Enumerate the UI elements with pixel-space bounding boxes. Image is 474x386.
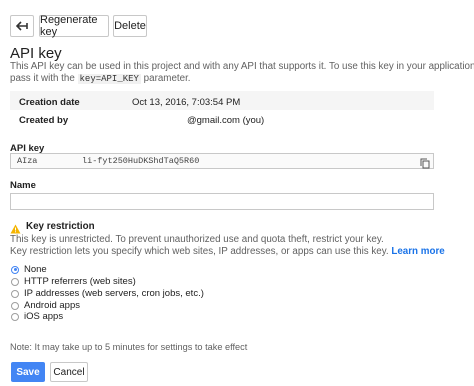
option-label: Android apps [24,300,80,311]
radio-icon[interactable] [11,289,19,298]
restriction-option-ip-addresses[interactable]: IP addresses (web servers, cron jobs, et… [11,288,204,299]
page-title: API key [10,45,62,62]
name-input[interactable] [10,193,434,210]
option-label: HTTP referrers (web sites) [24,276,136,287]
description-line1: This API key can be used in this project… [10,61,474,72]
description-line2: pass it with the key=API_KEY parameter. [10,73,191,85]
option-label: None [24,264,47,275]
copy-icon[interactable] [420,156,430,174]
created-by-value: @gmail.com (you) [187,115,265,126]
restriction-option-http-referrers[interactable]: HTTP referrers (web sites) [11,276,136,287]
learn-more-link[interactable]: Learn more [391,246,444,257]
save-button[interactable]: Save [11,362,45,382]
creation-date-value: Oct 13, 2016, 7:03:54 PM [132,97,241,108]
delete-button[interactable]: Delete [113,15,147,37]
option-label: IP addresses (web servers, cron jobs, et… [24,288,204,299]
radio-icon[interactable] [11,301,19,310]
settings-note: Note: It may take up to 5 minutes for se… [10,342,248,352]
radio-icon[interactable] [11,312,19,321]
api-key-suffix: li-fyt250HuDKShdTaQ5R60 [82,156,200,166]
restriction-line1: This key is unrestricted. To prevent una… [10,234,384,245]
regenerate-key-button[interactable]: Regenerate key [39,14,109,38]
key-info-table: Creation date Oct 13, 2016, 7:03:54 PM C… [10,91,434,129]
back-button[interactable] [10,15,34,37]
restriction-option-ios-apps[interactable]: iOS apps [11,311,63,322]
description-post: parameter. [140,73,191,84]
option-label: iOS apps [24,311,64,322]
cancel-button[interactable]: Cancel [50,362,88,382]
restriction-option-none[interactable]: None [11,264,47,275]
api-key-field[interactable]: AIza li-fyt250HuDKShdTaQ5R60 [10,153,434,169]
created-by-label: Created by [19,115,69,126]
restriction-line2: Key restriction lets you specify which w… [10,246,445,258]
restriction-line2-text: Key restriction lets you specify which w… [10,246,389,257]
description-pre: pass it with the [10,73,78,84]
name-label: Name [10,180,36,191]
key-param-code: key=API_KEY [77,74,141,84]
creation-date-label: Creation date [19,97,80,108]
radio-icon[interactable] [11,277,19,286]
radio-selected-icon[interactable] [11,265,19,274]
key-restriction-title: Key restriction [26,221,95,232]
arrow-left-icon [16,21,28,31]
restriction-option-android-apps[interactable]: Android apps [11,300,80,311]
api-key-prefix: AIza [17,156,38,166]
